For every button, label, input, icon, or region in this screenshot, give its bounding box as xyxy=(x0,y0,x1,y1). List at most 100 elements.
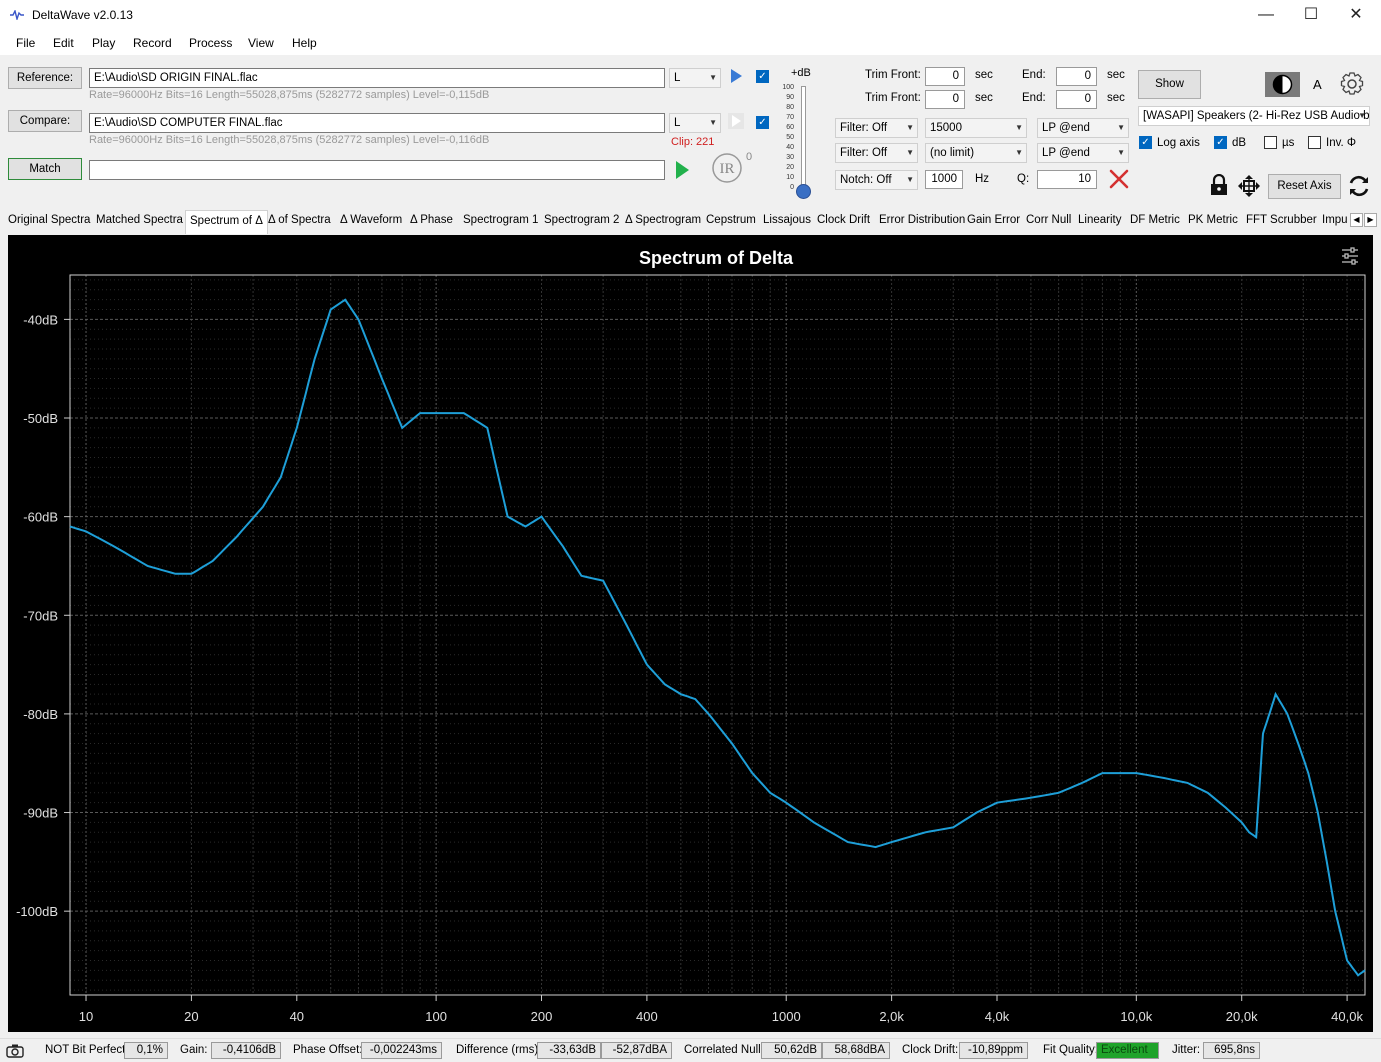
tab-df-metric[interactable]: DF Metric xyxy=(1130,214,1180,226)
font-size-button[interactable]: A xyxy=(1313,77,1322,92)
gain-slider-tick: 80 xyxy=(786,104,794,111)
trim-end-field-1[interactable]: 0 xyxy=(1056,67,1097,86)
sec-label-3: sec xyxy=(975,92,993,104)
tab-pk-metric[interactable]: PK Metric xyxy=(1188,214,1238,226)
tab-delta-waveform[interactable]: Δ Waveform xyxy=(340,214,402,226)
reference-path-field[interactable]: E:\Audio\SD ORIGIN FINAL.flac xyxy=(89,68,665,88)
invert-phase-checkbox[interactable] xyxy=(1308,136,1321,149)
tab-spectrogram-1[interactable]: Spectrogram 1 xyxy=(463,214,538,226)
status-bar: NOT Bit Perfect 0,1% Gain: -0,4106dB Pha… xyxy=(0,1038,1381,1062)
camera-icon[interactable] xyxy=(6,1043,24,1058)
menu-edit[interactable]: Edit xyxy=(53,36,74,50)
notch-select[interactable]: Notch: Off ▼ xyxy=(835,170,918,190)
gain-value: -0,4106dB xyxy=(211,1042,281,1059)
filter-1-freq-select[interactable]: 15000 ▼ xyxy=(925,118,1027,138)
menu-help[interactable]: Help xyxy=(292,36,317,50)
maximize-button[interactable]: ☐ xyxy=(1288,0,1334,31)
filter-1-select[interactable]: Filter: Off ▼ xyxy=(835,118,918,138)
filter-2-freq-select[interactable]: (no limit) ▼ xyxy=(925,143,1027,163)
tab-scroll-left-icon[interactable]: ◀ xyxy=(1350,213,1363,227)
lock-icon[interactable] xyxy=(1209,174,1229,196)
notch-freq-field[interactable]: 1000 xyxy=(925,170,963,189)
q-field[interactable]: 10 xyxy=(1037,170,1097,189)
reset-axis-button[interactable]: Reset Axis xyxy=(1268,174,1341,199)
output-device-select[interactable]: [WASAPI] Speakers (2- Hi-Rez USB Audio b… xyxy=(1138,106,1370,126)
tab-corr-null[interactable]: Corr Null xyxy=(1026,214,1071,226)
refresh-icon[interactable] xyxy=(1346,173,1372,199)
compare-path-field[interactable]: E:\Audio\SD COMPUTER FINAL.flac xyxy=(89,113,665,133)
tab-fft-scrubber[interactable]: FFT Scrubber xyxy=(1246,214,1317,226)
chart-settings-icon[interactable] xyxy=(1342,247,1358,265)
chevron-down-icon: ▼ xyxy=(906,148,914,157)
menu-record[interactable]: Record xyxy=(133,36,172,50)
db-label: dB xyxy=(1232,137,1247,149)
y-tick-label: -40dB xyxy=(23,312,58,327)
chevron-down-icon: ▼ xyxy=(1015,123,1023,132)
tab-matched-spectra[interactable]: Matched Spectra xyxy=(96,214,183,226)
tab-delta-of-spectra[interactable]: Δ of Spectra xyxy=(268,214,331,226)
x-axis: 10 20 40 100 200 400 1000 2,0k 4,0k 10,0k 20,0k 40,… xyxy=(79,995,1363,1024)
x-tick-label: 20 xyxy=(184,1009,198,1024)
tab-gain-error[interactable]: Gain Error xyxy=(967,214,1020,226)
play-compare-icon[interactable] xyxy=(727,112,745,130)
tab-impulse[interactable]: Impu xyxy=(1322,214,1348,226)
invert-phase-label: Inv. Φ xyxy=(1326,137,1357,149)
db-checkbox[interactable]: ✓ xyxy=(1214,136,1227,149)
play-icon[interactable] xyxy=(672,160,692,180)
tab-delta-phase[interactable]: Δ Phase xyxy=(410,214,453,226)
filter-1-mode-value: LP @end xyxy=(1042,122,1090,134)
microseconds-checkbox[interactable] xyxy=(1264,136,1277,149)
menu-play[interactable]: Play xyxy=(92,36,115,50)
menu-process[interactable]: Process xyxy=(189,36,232,50)
tab-lissajous[interactable]: Lissajous xyxy=(763,214,811,226)
pan-icon[interactable] xyxy=(1236,173,1262,199)
filter-1-freq-value: 15000 xyxy=(930,122,962,134)
trim-front-field-1[interactable]: 0 xyxy=(925,67,965,86)
tab-strip: Original Spectra Matched Spectra Spectru… xyxy=(0,210,1381,234)
sec-label-4: sec xyxy=(1107,92,1125,104)
gain-slider-track[interactable] xyxy=(801,86,806,190)
tab-delta-spectrogram[interactable]: Δ Spectrogram xyxy=(625,214,701,226)
tab-cepstrum[interactable]: Cepstrum xyxy=(706,214,756,226)
compare-channel-select[interactable]: L ▼ xyxy=(669,113,721,133)
gain-slider-tick: 70 xyxy=(786,114,794,121)
menu-file[interactable]: File xyxy=(16,36,35,50)
gain-slider-thumb[interactable] xyxy=(796,184,811,199)
log-axis-checkbox[interactable]: ✓ xyxy=(1139,136,1152,149)
tab-error-distribution[interactable]: Error Distribution xyxy=(879,214,965,226)
minimize-button[interactable]: — xyxy=(1243,0,1289,31)
gain-slider-tick: 40 xyxy=(786,144,794,151)
filter-2-mode-select[interactable]: LP @end ▼ xyxy=(1037,143,1129,163)
menu-view[interactable]: View xyxy=(248,36,274,50)
tab-scroll-right-icon[interactable]: ▶ xyxy=(1364,213,1377,227)
filter-2-select[interactable]: Filter: Off ▼ xyxy=(835,143,918,163)
chevron-down-icon: ▼ xyxy=(906,175,914,184)
tab-linearity[interactable]: Linearity xyxy=(1078,214,1121,226)
chart-panel[interactable]: Spectrum of Delta -40dB -50dB -60dB -70dB -8… xyxy=(8,235,1373,1032)
hz-label: Hz xyxy=(975,173,990,185)
filter-1-mode-select[interactable]: LP @end ▼ xyxy=(1037,118,1129,138)
compare-button[interactable]: Compare: xyxy=(8,110,82,132)
impulse-response-icon[interactable]: IR xyxy=(711,152,745,184)
close-button[interactable]: ✕ xyxy=(1333,0,1379,31)
gear-icon[interactable] xyxy=(1339,71,1365,97)
trim-end-field-2[interactable]: 0 xyxy=(1056,90,1097,109)
tab-original-spectra[interactable]: Original Spectra xyxy=(8,214,90,226)
menu-bar: File Edit Play Record Process View Help xyxy=(0,31,1381,55)
play-reference-icon[interactable] xyxy=(727,67,745,85)
clear-filters-icon[interactable] xyxy=(1108,168,1130,190)
spectrum-chart[interactable]: Spectrum of Delta -40dB -50dB -60dB -70dB -8… xyxy=(8,235,1373,1032)
contrast-icon[interactable] xyxy=(1265,72,1300,97)
reference-enable-checkbox[interactable]: ✓ xyxy=(756,70,769,83)
tab-spectrogram-2[interactable]: Spectrogram 2 xyxy=(544,214,619,226)
reference-channel-select[interactable]: L ▼ xyxy=(669,68,721,88)
match-button[interactable]: Match xyxy=(8,158,82,180)
tab-spectrum-of-delta[interactable]: Spectrum of Δ xyxy=(185,210,268,234)
gain-slider-label: +dB xyxy=(791,67,811,79)
show-button[interactable]: Show xyxy=(1138,70,1201,99)
gain-slider-tick: 100 xyxy=(782,84,794,91)
tab-clock-drift[interactable]: Clock Drift xyxy=(817,214,870,226)
compare-enable-checkbox[interactable]: ✓ xyxy=(756,116,769,129)
reference-button[interactable]: Reference: xyxy=(8,67,82,89)
trim-front-field-2[interactable]: 0 xyxy=(925,90,965,109)
